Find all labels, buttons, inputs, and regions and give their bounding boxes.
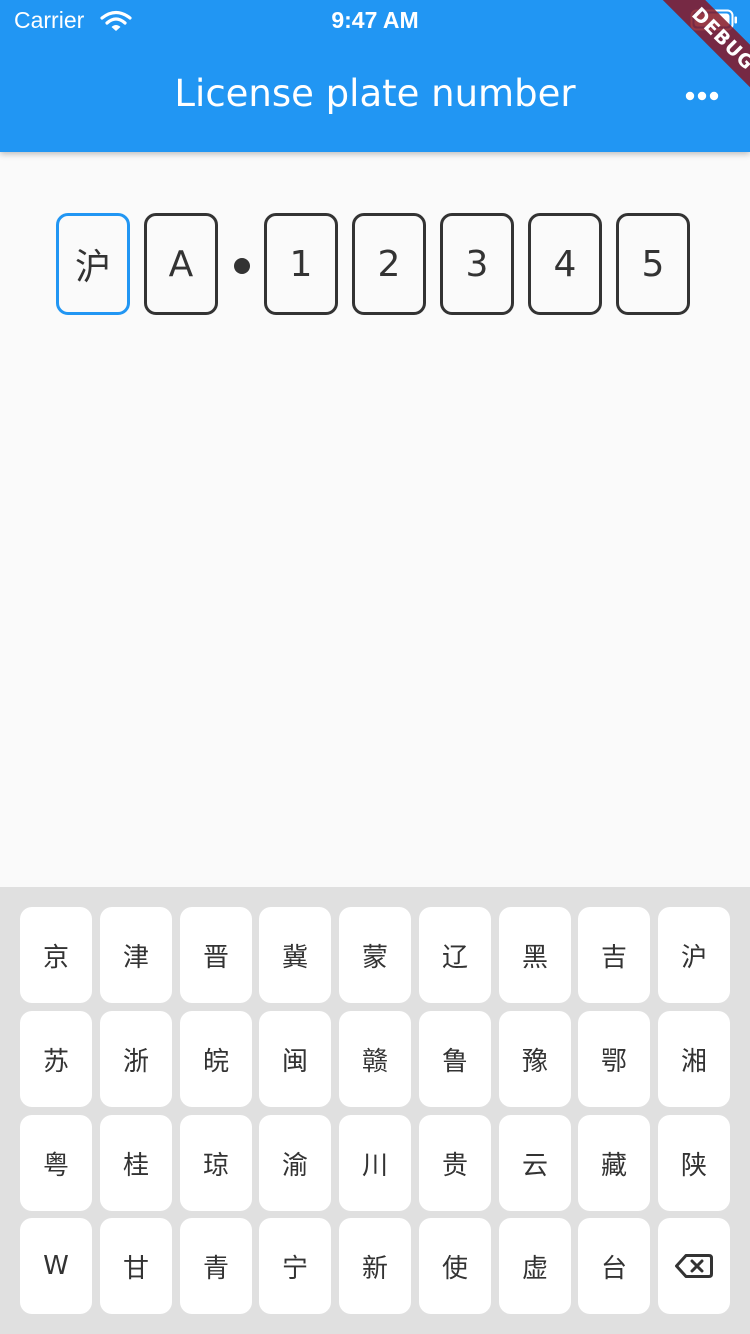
status-time: 9:47 AM	[331, 7, 419, 33]
key-jing[interactable]: 京	[20, 907, 92, 1003]
plate-char-box-1[interactable]: 沪	[56, 213, 130, 315]
key-qiong[interactable]: 琼	[180, 1115, 252, 1211]
delete-button[interactable]	[658, 1218, 730, 1314]
status-bar: Carrier 9:47 AM	[0, 0, 750, 40]
key-gan[interactable]: 赣	[339, 1011, 411, 1107]
key-ji-jilin[interactable]: 吉	[578, 907, 650, 1003]
plate-char-box-3[interactable]: 1	[264, 213, 338, 315]
plate-char-box-5[interactable]: 3	[440, 213, 514, 315]
key-lu[interactable]: 鲁	[419, 1011, 491, 1107]
key-shaan[interactable]: 陕	[658, 1115, 730, 1211]
key-gui-guizhou[interactable]: 贵	[419, 1115, 491, 1211]
plate-char-box-4[interactable]: 2	[352, 213, 426, 315]
plate-char-box-2[interactable]: A	[144, 213, 218, 315]
key-w[interactable]: W	[20, 1218, 92, 1314]
more-horiz-icon	[685, 91, 719, 101]
key-gui[interactable]: 桂	[100, 1115, 172, 1211]
province-keyboard: 京 津 晋 冀 蒙 辽 黑 吉 沪 苏 浙 皖 闽 赣 鲁 豫 鄂 湘 粤 桂 …	[0, 887, 750, 1334]
key-jin-shanxi[interactable]: 晋	[180, 907, 252, 1003]
key-wan[interactable]: 皖	[180, 1011, 252, 1107]
key-gan-gansu[interactable]: 甘	[100, 1218, 172, 1314]
key-e[interactable]: 鄂	[578, 1011, 650, 1107]
page-title: License plate number	[174, 72, 576, 115]
key-liao[interactable]: 辽	[419, 907, 491, 1003]
key-tai[interactable]: 台	[578, 1218, 650, 1314]
key-ji[interactable]: 冀	[259, 907, 331, 1003]
key-meng[interactable]: 蒙	[339, 907, 411, 1003]
key-yue[interactable]: 粤	[20, 1115, 92, 1211]
plate-char-box-7[interactable]: 5	[616, 213, 690, 315]
key-min[interactable]: 闽	[259, 1011, 331, 1107]
key-hei[interactable]: 黑	[499, 907, 571, 1003]
key-xin[interactable]: 新	[339, 1218, 411, 1314]
key-qing[interactable]: 青	[180, 1218, 252, 1314]
more-button[interactable]	[676, 76, 728, 116]
app-bar: Carrier 9:47 AM License plate number	[0, 0, 750, 152]
key-ning[interactable]: 宁	[259, 1218, 331, 1314]
key-yun[interactable]: 云	[499, 1115, 571, 1211]
plate-separator-dot	[234, 258, 250, 274]
key-jin[interactable]: 津	[100, 907, 172, 1003]
key-zhe[interactable]: 浙	[100, 1011, 172, 1107]
key-xu[interactable]: 虚	[499, 1218, 571, 1314]
key-shi[interactable]: 使	[419, 1218, 491, 1314]
key-chuan[interactable]: 川	[339, 1115, 411, 1211]
key-yu-chongqing[interactable]: 渝	[259, 1115, 331, 1211]
key-su[interactable]: 苏	[20, 1011, 92, 1107]
key-zang[interactable]: 藏	[578, 1115, 650, 1211]
key-xiang[interactable]: 湘	[658, 1011, 730, 1107]
key-hu[interactable]: 沪	[658, 907, 730, 1003]
key-yu[interactable]: 豫	[499, 1011, 571, 1107]
battery-icon	[690, 9, 737, 31]
plate-char-box-6[interactable]: 4	[528, 213, 602, 315]
backspace-icon	[675, 1254, 713, 1278]
